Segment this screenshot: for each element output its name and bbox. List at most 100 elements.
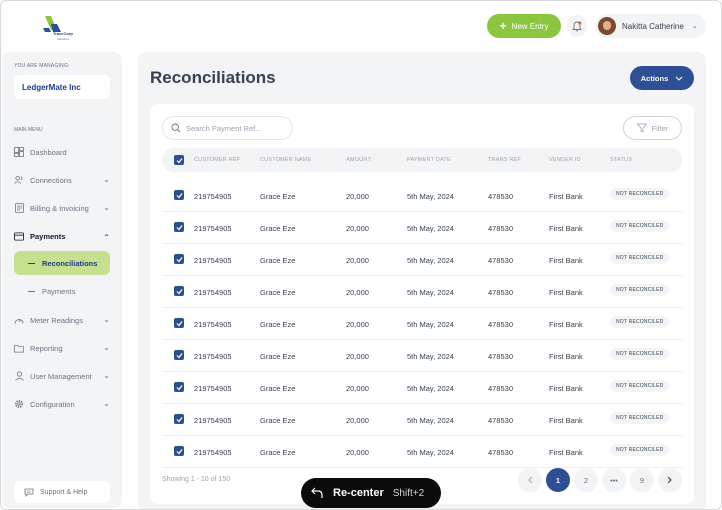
user-profile-menu[interactable]: Nakitta Catherine ⌄ [595,14,706,38]
page-button-1[interactable]: 1 [546,468,570,492]
cell-vender-id: First Bank [549,320,583,329]
table-row[interactable]: 219754905 Grace Eze 20,000 5th May, 2024 478… [162,436,682,468]
cell-customer-ref: 219754905 [194,192,232,201]
cell-amount: 20,000 [346,352,369,361]
cell-payment-date: 5th May, 2024 [407,192,454,201]
logo-subtext: Solutions [57,37,70,41]
sidebar-item-label: Reporting [30,343,63,353]
cell-customer-ref: 219754905 [194,352,232,361]
sidebar-item-connections[interactable]: Connections ⌄ [14,172,114,188]
cell-amount: 20,000 [346,416,369,425]
cell-customer-ref: 219754905 [194,224,232,233]
chevron-down-icon: ⌄ [103,371,110,380]
cell-amount: 20,000 [346,384,369,393]
cell-amount: 20,000 [346,448,369,457]
row-checkbox[interactable] [174,318,184,328]
row-checkbox[interactable] [174,190,184,200]
card-icon [14,231,24,241]
cell-amount: 20,000 [346,224,369,233]
sidebar-item-configuration[interactable]: Configuration ⌄ [14,396,114,412]
table-row[interactable]: 219754905 Grace Eze 20,000 5th May, 2024 478… [162,308,682,340]
table-row[interactable]: 219754905 Grace Eze 20,000 5th May, 2024 478… [162,244,682,276]
cell-trans-ref: 478530 [488,320,514,329]
check-icon [176,192,182,198]
cell-trans-ref: 478530 [488,256,514,265]
next-page-button[interactable] [658,468,682,492]
table-row[interactable]: 219754905 Grace Eze 20,000 5th May, 2024 478… [162,212,682,244]
check-icon [176,157,182,163]
row-checkbox[interactable] [174,286,184,296]
row-checkbox[interactable] [174,446,184,456]
cell-payment-date: 5th May, 2024 [407,448,454,457]
cell-customer-ref: 219754905 [194,256,232,265]
sidebar-item-dashboard[interactable]: Dashboard [14,144,114,160]
plus-icon: + [499,19,507,33]
table-row[interactable]: 219754905 Grace Eze 20,000 5th May, 2024 478… [162,180,682,212]
row-checkbox[interactable] [174,222,184,232]
page-button-2[interactable]: 2 [574,468,598,492]
app-frame: TraceCorp Solutions + New Entry Nakitta … [0,0,722,510]
cell-customer-name: Grace Eze [260,384,296,393]
sidebar-item-label: User Management [30,371,92,381]
sidebar-item-label: Billing & Invoicing [30,203,89,213]
new-entry-button[interactable]: + New Entry [487,14,561,38]
page-title: Reconciliations [150,68,276,87]
table-row[interactable]: 219754905 Grace Eze 20,000 5th May, 2024 478… [162,404,682,436]
sidebar-subitem-label: Payments [42,286,76,296]
cell-customer-ref: 219754905 [194,448,232,457]
search-box[interactable] [162,116,293,140]
table-row[interactable]: 219754905 Grace Eze 20,000 5th May, 2024 478… [162,340,682,372]
sidebar-item-payments[interactable]: Payments ⌃ [14,228,114,244]
bell-icon [572,21,582,31]
chevron-left-icon [528,476,533,484]
column-header-amount[interactable]: AMOUNT [346,157,371,163]
column-header-payment-date[interactable]: PAYMENT DATE [407,157,451,163]
table-row[interactable]: 219754905 Grace Eze 20,000 5th May, 2024 478… [162,276,682,308]
sidebar-item-label: Meter Readings [30,315,83,325]
page-button-9[interactable]: 9 [630,468,654,492]
row-checkbox[interactable] [174,254,184,264]
column-header-customer-name[interactable]: CUSTOMER NAME [260,157,311,163]
cell-customer-name: Grace Eze [260,224,296,233]
row-checkbox[interactable] [174,350,184,360]
cell-customer-ref: 219754905 [194,320,232,329]
table-row[interactable]: 219754905 Grace Eze 20,000 5th May, 2024 478… [162,372,682,404]
row-checkbox[interactable] [174,382,184,392]
chevron-down-icon: ⌄ [103,203,110,212]
sidebar-item-billing[interactable]: Billing & Invoicing ⌄ [14,200,114,216]
column-header-customer-ref[interactable]: CUSTOMER REF [194,157,240,163]
select-all-checkbox[interactable] [174,155,184,165]
gauge-icon [14,315,24,325]
notifications-button[interactable] [567,15,587,37]
column-header-status[interactable]: STATUS [610,157,632,163]
recenter-button[interactable]: Re-center Shift+2 [301,478,441,508]
sidebar-item-reporting[interactable]: Reporting ⌄ [14,340,114,356]
check-icon [176,256,182,262]
status-badge: NOT RECONCILED [610,188,670,200]
actions-button[interactable]: Actions [630,66,694,90]
sidebar-subitem-reconciliations[interactable]: Reconciliations [14,251,110,275]
cell-vender-id: First Bank [549,416,583,425]
filter-button[interactable]: Filter [623,116,682,140]
row-checkbox[interactable] [174,414,184,424]
cell-vender-id: First Bank [549,448,583,457]
main-menu-label: MAIN MENU [14,127,43,133]
sidebar-item-meter-readings[interactable]: Meter Readings ⌄ [14,312,114,328]
column-header-vender-id[interactable]: VENDER ID [549,157,581,163]
cell-payment-date: 5th May, 2024 [407,352,454,361]
sidebar-item-user-management[interactable]: User Management ⌄ [14,368,114,384]
cell-payment-date: 5th May, 2024 [407,288,454,297]
support-help-button[interactable]: Support & Help [14,481,110,503]
column-header-trans-ref[interactable]: TRANS REF [488,157,521,163]
new-entry-label: New Entry [511,21,549,31]
sidebar-subitem-payments[interactable]: Payments [14,279,110,303]
cell-payment-date: 5th May, 2024 [407,416,454,425]
main-content: Reconciliations Actions Filter CUSTOMER … [138,52,706,509]
cell-customer-name: Grace Eze [260,256,296,265]
dash-icon [28,262,35,264]
page-ellipsis[interactable]: ••• [602,468,626,492]
search-input[interactable] [186,123,286,133]
org-selector[interactable]: LedgerMate Inc [14,75,110,99]
prev-page-button[interactable] [518,468,542,492]
gear-icon [14,399,24,409]
